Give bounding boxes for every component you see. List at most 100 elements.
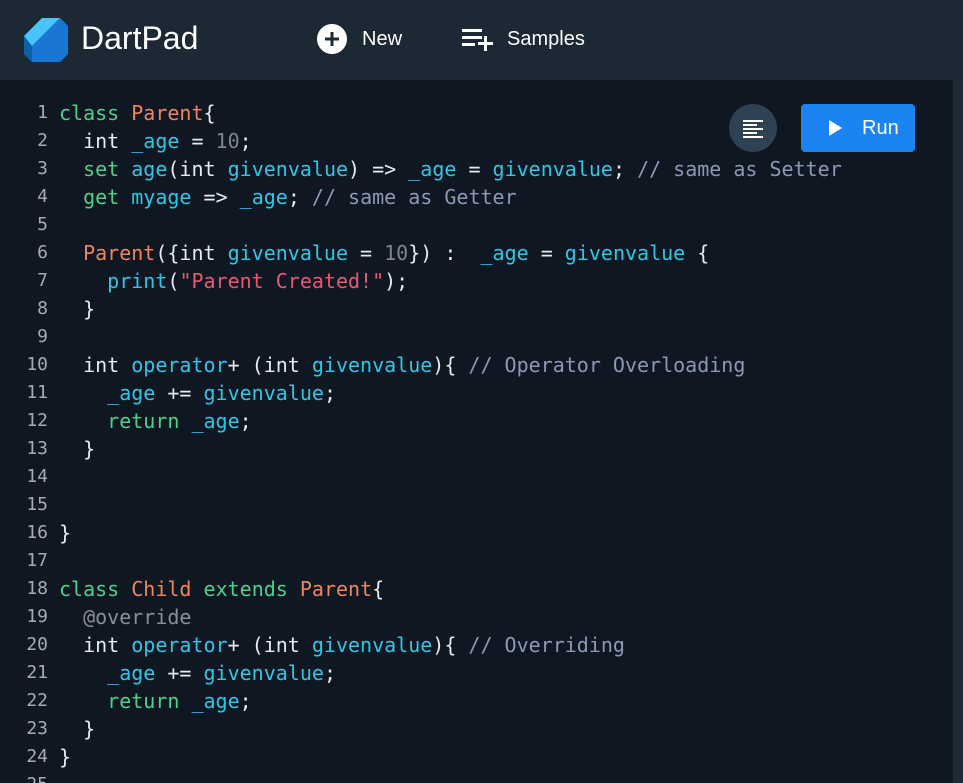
code-text: } <box>59 743 71 771</box>
line-number: 21 <box>26 662 48 683</box>
code-line[interactable]: 3 set age(int givenvalue) => _age = give… <box>0 155 953 183</box>
code-line[interactable]: 6 Parent({int givenvalue = 10}) : _age =… <box>0 239 953 267</box>
code-text: return _age; <box>59 687 252 715</box>
code-token: } <box>59 745 72 769</box>
code-token: ; <box>239 409 252 433</box>
line-number: 2 <box>37 130 48 151</box>
code-token: _age <box>131 129 180 153</box>
editor-scrollbar[interactable] <box>953 80 963 783</box>
code-line[interactable]: 9 <box>0 323 953 351</box>
code-token: // Overriding <box>468 633 625 657</box>
code-token: givenvalue <box>203 661 324 685</box>
code-token: _age <box>191 689 240 713</box>
code-line[interactable]: 14 <box>0 463 953 491</box>
code-token: + (int <box>227 353 312 377</box>
code-token: operator <box>131 633 228 657</box>
code-line[interactable]: 10 int operator+ (int givenvalue){ // Op… <box>0 351 953 379</box>
code-line[interactable]: 17 <box>0 547 953 575</box>
code-editor[interactable]: 1 class Parent{2 int _age = 10; 3 set age(… <box>0 80 953 783</box>
code-token: @override <box>83 605 192 629</box>
samples-label: Samples <box>507 27 585 50</box>
code-token: Parent <box>83 241 156 265</box>
code-line[interactable]: 15 <box>0 491 953 519</box>
code-text: get myage => _age; // same as Getter <box>59 183 517 211</box>
line-number: 18 <box>26 578 48 599</box>
code-text: } <box>59 519 71 547</box>
format-button[interactable] <box>729 104 777 152</box>
line-number: 14 <box>26 466 48 487</box>
code-token: Parent <box>131 101 204 125</box>
line-number: 3 <box>37 158 48 179</box>
code-token: get <box>83 185 120 209</box>
code-line[interactable]: 22 return _age; <box>0 687 953 715</box>
code-token: = <box>179 129 216 153</box>
code-line[interactable]: 5 <box>0 211 953 239</box>
code-token: set <box>83 157 120 181</box>
dart-logo-icon[interactable] <box>20 14 70 64</box>
code-token: ) => <box>348 157 409 181</box>
code-line[interactable]: 21 _age += givenvalue; <box>0 659 953 687</box>
code-line[interactable]: 8 } <box>0 295 953 323</box>
code-line[interactable]: 7 print("Parent Created!"); <box>0 267 953 295</box>
playlist-add-icon <box>462 29 493 51</box>
run-label: Run <box>862 116 899 139</box>
code-token: = <box>348 241 385 265</box>
code-token: (int <box>167 157 228 181</box>
code-token: 10 <box>384 241 409 265</box>
code-text: return _age; <box>59 407 252 435</box>
run-button[interactable]: Run <box>801 104 915 152</box>
code-text: print("Parent Created!"); <box>59 267 408 295</box>
code-line[interactable]: 24} <box>0 743 953 771</box>
code-token: ({int <box>155 241 228 265</box>
app-title: DartPad <box>81 20 199 56</box>
code-token: givenvalue <box>203 381 324 405</box>
line-number: 23 <box>26 718 48 739</box>
code-token: ; <box>239 689 252 713</box>
line-number: 5 <box>37 214 48 235</box>
code-text: } <box>59 715 95 743</box>
code-text: class Parent{ <box>59 99 216 127</box>
code-token: => <box>191 185 240 209</box>
code-token: // same as Getter <box>311 185 517 209</box>
code-line[interactable]: 16} <box>0 519 953 547</box>
new-button[interactable]: New <box>316 20 402 58</box>
code-line[interactable]: 23 } <box>0 715 953 743</box>
code-token: ; <box>612 157 638 181</box>
code-line[interactable]: 11 _age += givenvalue; <box>0 379 953 407</box>
code-token: givenvalue <box>564 241 686 265</box>
new-label: New <box>362 27 403 50</box>
line-number: 24 <box>26 746 48 767</box>
line-number: 11 <box>26 382 48 403</box>
code-line[interactable]: 4 get myage => _age; // same as Getter <box>0 183 953 211</box>
code-line[interactable]: 20 int operator+ (int givenvalue){ // Ov… <box>0 631 953 659</box>
code-token: Child <box>131 577 192 601</box>
code-token: ; <box>287 185 312 209</box>
samples-button[interactable]: Samples <box>461 20 585 58</box>
line-number: 15 <box>26 494 48 515</box>
play-icon <box>829 120 842 136</box>
code-token: operator <box>131 353 228 377</box>
add-circle-icon <box>317 24 347 54</box>
line-number: 16 <box>26 522 48 543</box>
code-token: _age <box>107 381 156 405</box>
code-token: givenvalue <box>227 157 349 181</box>
code-token: "Parent Created!" <box>179 269 385 293</box>
code-line[interactable]: 12 return _age; <box>0 407 953 435</box>
code-line[interactable]: 18 class Child extends Parent{ <box>0 575 953 603</box>
format-align-icon <box>743 120 763 138</box>
code-token: _age <box>239 185 288 209</box>
code-line[interactable]: 25 <box>0 771 953 783</box>
code-line[interactable]: 13 } <box>0 435 953 463</box>
code-line[interactable]: 19 @override <box>0 603 953 631</box>
code-token: return <box>107 689 180 713</box>
code-token: += <box>155 381 204 405</box>
line-number: 13 <box>26 438 48 459</box>
code-token: = <box>456 157 493 181</box>
code-token: = <box>528 241 565 265</box>
